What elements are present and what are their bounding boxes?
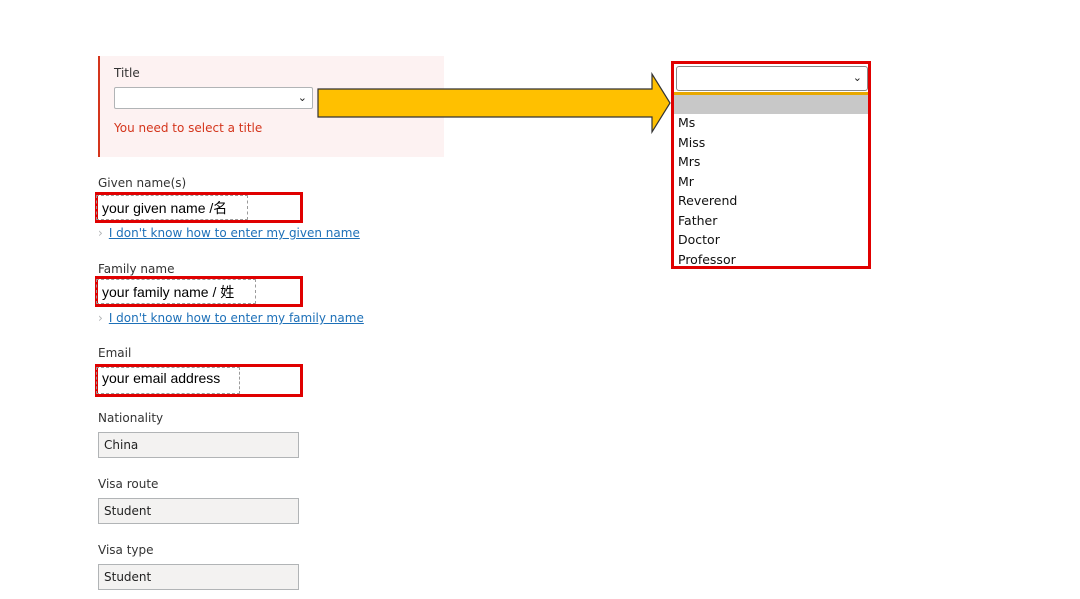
callout-arrow-icon — [317, 72, 671, 134]
chevron-right-icon: › — [98, 311, 103, 325]
title-option[interactable]: Doctor — [678, 231, 737, 251]
title-option[interactable]: Professor — [678, 251, 737, 271]
given-name-input[interactable]: your given name /名 — [95, 192, 303, 223]
email-input[interactable]: your email address — [95, 364, 303, 397]
visa-route-field: Student — [98, 498, 299, 524]
given-name-help-link[interactable]: I don't know how to enter my given name — [109, 226, 360, 240]
title-label: Title — [114, 66, 140, 80]
title-dropdown-select[interactable]: ⌄ — [676, 66, 868, 91]
family-name-value: your family name / 姓 — [102, 284, 235, 300]
title-option[interactable]: Ms — [678, 114, 737, 134]
given-name-value: your given name /名 — [102, 200, 228, 216]
title-option[interactable]: Miss — [678, 134, 737, 154]
chevron-right-icon: › — [98, 226, 103, 240]
title-option[interactable]: Mrs — [678, 153, 737, 173]
family-name-help-link[interactable]: I don't know how to enter my family name — [109, 311, 364, 325]
title-option[interactable]: Mr — [678, 173, 737, 193]
family-name-input[interactable]: your family name / 姓 — [95, 276, 303, 307]
visa-route-label: Visa route — [98, 477, 159, 491]
nationality-field: China — [98, 432, 299, 458]
given-name-help[interactable]: › I don't know how to enter my given name — [98, 226, 360, 240]
visa-type-label: Visa type — [98, 543, 154, 557]
title-error-message: You need to select a title — [114, 121, 263, 135]
chevron-down-icon: ⌄ — [297, 92, 307, 104]
family-name-help[interactable]: › I don't know how to enter my family nam… — [98, 311, 364, 325]
visa-type-field: Student — [98, 564, 299, 590]
given-name-label: Given name(s) — [98, 176, 187, 190]
family-name-label: Family name — [98, 262, 175, 276]
title-option-list: Ms Miss Mrs Mr Reverend Father Doctor Pr… — [678, 114, 737, 270]
title-option[interactable]: Reverend — [678, 192, 737, 212]
chevron-down-icon: ⌄ — [852, 72, 862, 84]
title-option[interactable]: Father — [678, 212, 737, 232]
nationality-label: Nationality — [98, 411, 164, 425]
title-select[interactable]: ⌄ — [114, 87, 313, 109]
email-value: your email address — [102, 370, 221, 386]
dropdown-blank-option[interactable] — [674, 95, 868, 114]
email-label: Email — [98, 346, 132, 360]
